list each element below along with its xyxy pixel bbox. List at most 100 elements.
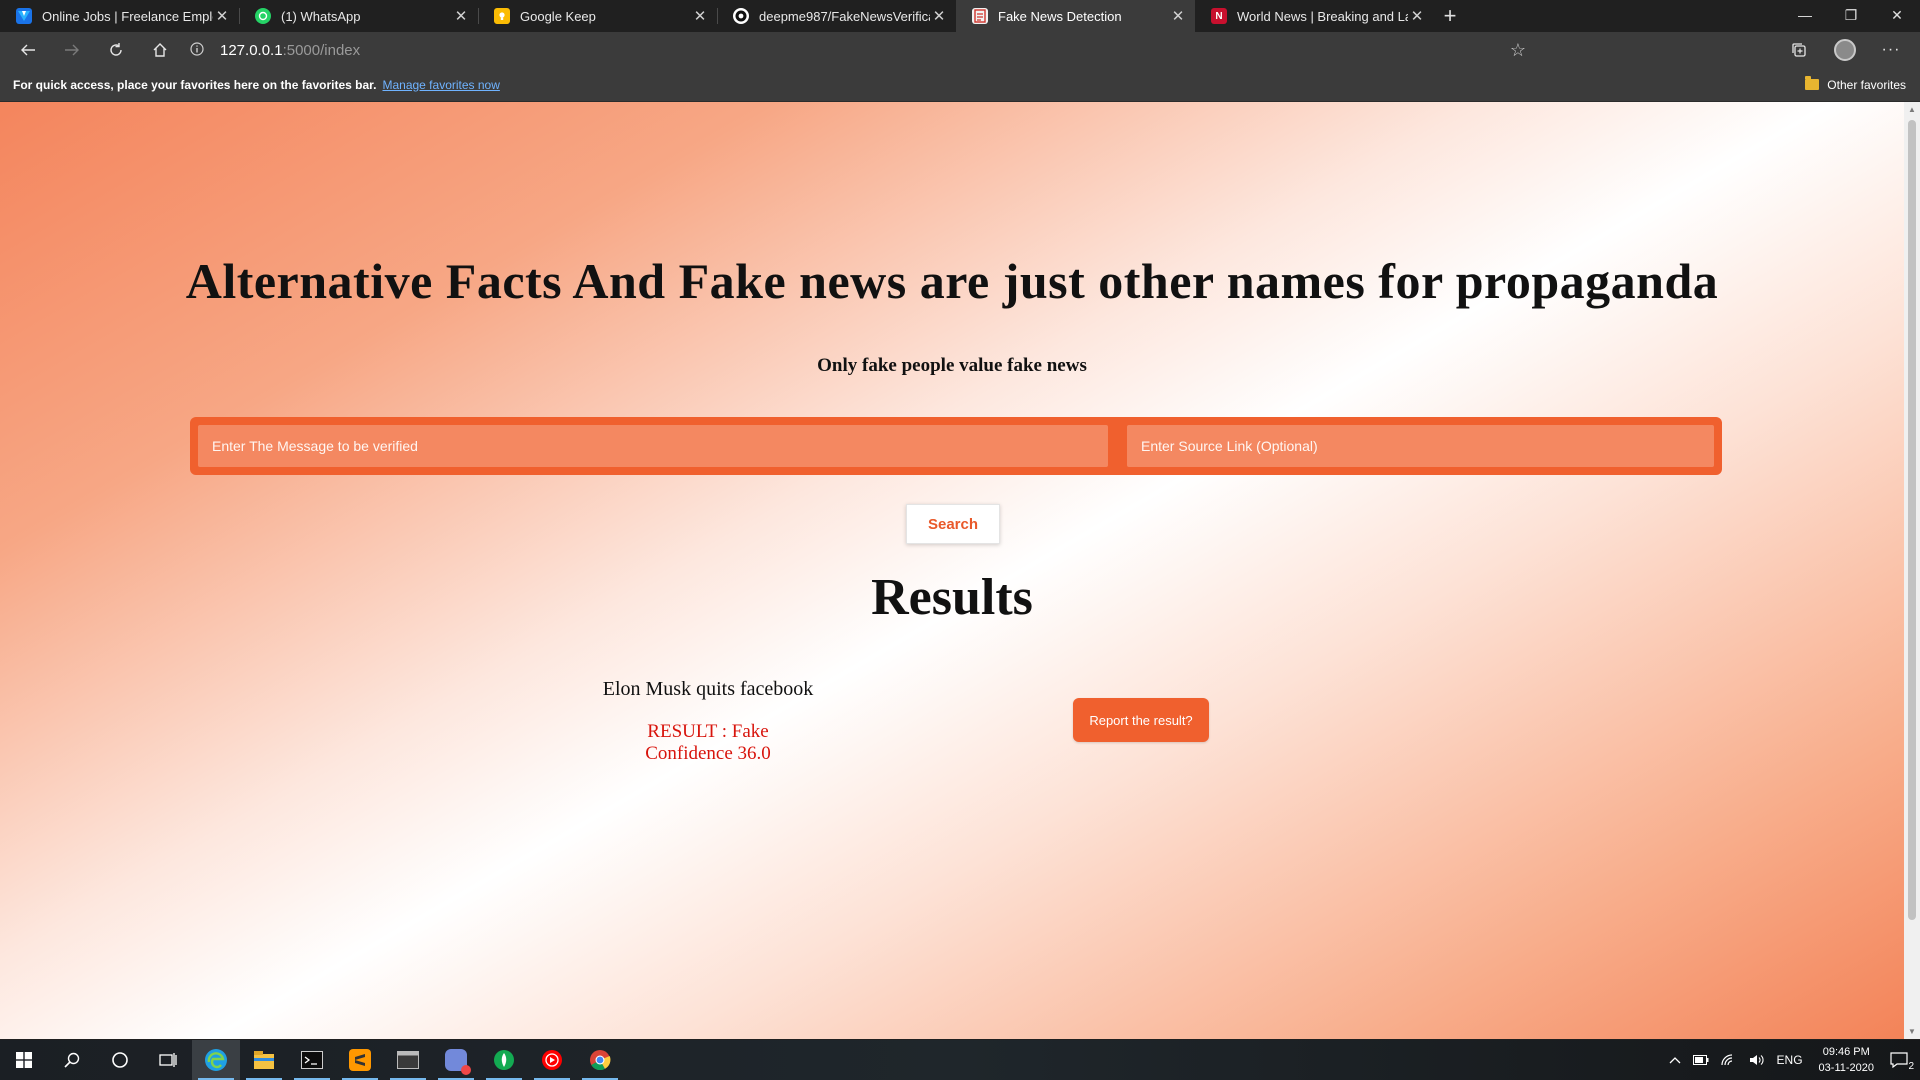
collections-button[interactable]: [1776, 32, 1822, 68]
tab-freelancer[interactable]: Online Jobs | Freelance Employm ✕: [0, 0, 239, 32]
tab-fake-news-detection[interactable]: Fake News Detection ✕: [956, 0, 1195, 32]
tab-title: World News | Breaking and Lates: [1237, 8, 1408, 24]
close-window-button[interactable]: ✕: [1874, 0, 1920, 30]
volume-icon[interactable]: [1749, 1054, 1765, 1066]
taskbar-search-button[interactable]: [48, 1040, 96, 1080]
browser-toolbar: 127.0.0.1:5000/index ☆ ···: [0, 32, 1920, 68]
result-confidence: Confidence 36.0: [645, 743, 771, 764]
toolbar-right: ···: [1776, 32, 1920, 68]
taskbar-app-file-explorer[interactable]: [240, 1040, 288, 1080]
profile-button[interactable]: [1822, 32, 1868, 68]
cortana-button[interactable]: [96, 1040, 144, 1080]
manage-favorites-link[interactable]: Manage favorites now: [382, 78, 499, 92]
tab-close-icon[interactable]: ✕: [452, 7, 470, 25]
taskbar-app-youtube-music[interactable]: [528, 1040, 576, 1080]
show-hidden-icons-icon[interactable]: [1669, 1056, 1681, 1064]
page-scrollbar[interactable]: ▲ ▼: [1904, 102, 1920, 1039]
home-button[interactable]: [138, 32, 182, 68]
result-message: Elon Musk quits facebook: [602, 678, 814, 700]
system-tray: ENG 09:46 PM 03-11-2020 2: [1663, 1040, 1920, 1080]
window-app-icon: [397, 1051, 419, 1069]
tab-close-icon[interactable]: ✕: [1408, 7, 1426, 25]
mongodb-compass-icon: [494, 1050, 514, 1070]
scrollbar-thumb[interactable]: [1908, 120, 1916, 920]
forward-button[interactable]: [50, 32, 94, 68]
tab-whatsapp[interactable]: (1) WhatsApp ✕: [239, 0, 478, 32]
tab-close-icon[interactable]: ✕: [691, 7, 709, 25]
result-verdict: RESULT : Fake: [647, 721, 769, 742]
message-input[interactable]: [198, 425, 1108, 467]
result-card: Elon Musk quits facebook RESULT : Fake C…: [560, 678, 856, 765]
source-link-input[interactable]: [1127, 425, 1714, 467]
taskbar-app-sublime[interactable]: [336, 1040, 384, 1080]
report-result-button[interactable]: Report the result?: [1073, 698, 1209, 742]
favorite-star-icon[interactable]: ☆: [1510, 40, 1526, 61]
fake-news-favicon-icon: [972, 8, 988, 24]
tab-close-icon[interactable]: ✕: [1169, 7, 1187, 25]
settings-more-button[interactable]: ···: [1868, 32, 1914, 68]
language-indicator[interactable]: ENG: [1777, 1053, 1803, 1067]
page-viewport: Alternative Facts And Fake news are just…: [0, 102, 1904, 1039]
clock-time: 09:46 PM: [1822, 1046, 1870, 1058]
chrome-icon: [590, 1050, 611, 1071]
battery-icon[interactable]: [1692, 1055, 1709, 1065]
url-host: 127.0.0.1: [220, 41, 283, 59]
taskbar-app-chrome[interactable]: [576, 1040, 624, 1080]
windows-taskbar: ENG 09:46 PM 03-11-2020 2: [0, 1040, 1920, 1080]
window-controls: — ❐ ✕: [1782, 0, 1920, 32]
cortana-icon: [112, 1052, 128, 1068]
search-button[interactable]: Search: [906, 504, 1000, 544]
verify-form: [190, 417, 1722, 475]
site-info-icon[interactable]: [190, 41, 220, 59]
taskbar-clock[interactable]: 09:46 PM 03-11-2020: [1819, 1044, 1874, 1076]
tab-title: Google Keep: [520, 8, 596, 24]
taskbar-app-discord[interactable]: [432, 1040, 480, 1080]
back-button[interactable]: [6, 32, 50, 68]
clock-date: 03-11-2020: [1818, 1062, 1874, 1074]
search-icon: [64, 1052, 80, 1068]
notification-icon: [1890, 1052, 1908, 1068]
tab-title: (1) WhatsApp: [281, 8, 361, 24]
freelancer-logo-icon: [16, 8, 32, 24]
other-favorites-label: Other favorites: [1827, 77, 1906, 92]
tab-close-icon[interactable]: ✕: [213, 7, 231, 25]
tab-close-icon[interactable]: ✕: [930, 7, 948, 25]
task-view-icon: [159, 1053, 177, 1067]
start-button[interactable]: [0, 1040, 48, 1080]
github-icon: [733, 8, 749, 24]
scroll-down-icon[interactable]: ▼: [1908, 1027, 1916, 1036]
taskbar-app-mongodb[interactable]: [480, 1040, 528, 1080]
refresh-button[interactable]: [94, 32, 138, 68]
other-favorites-button[interactable]: Other favorites: [1805, 76, 1906, 92]
action-center-button[interactable]: 2: [1890, 1052, 1914, 1072]
url-path: :5000/index: [282, 41, 361, 59]
discord-icon: [445, 1049, 471, 1075]
page-subheadline: Only fake people value fake news: [817, 355, 1087, 376]
notification-count-badge: 2: [1908, 1061, 1914, 1072]
task-view-button[interactable]: [144, 1040, 192, 1080]
scroll-up-icon[interactable]: ▲: [1908, 105, 1916, 114]
forward-arrow-icon: [65, 44, 79, 56]
minimize-button[interactable]: —: [1782, 0, 1828, 30]
new-tab-button[interactable]: +: [1434, 0, 1466, 32]
restore-button[interactable]: ❐: [1828, 0, 1874, 30]
taskbar-app-terminal[interactable]: [288, 1040, 336, 1080]
tab-title: Online Jobs | Freelance Employm: [42, 8, 213, 24]
windows-logo-icon: [16, 1052, 32, 1068]
folder-icon: [1805, 76, 1820, 90]
whatsapp-icon: [255, 8, 271, 24]
taskbar-app-window[interactable]: [384, 1040, 432, 1080]
google-keep-icon: [494, 8, 510, 24]
page-headline: Alternative Facts And Fake news are just…: [185, 253, 1719, 309]
favorites-hint: For quick access, place your favorites h…: [13, 77, 377, 92]
file-explorer-icon: [254, 1051, 274, 1069]
more-dots-icon: ···: [1881, 41, 1901, 58]
wifi-icon[interactable]: [1720, 1054, 1737, 1066]
tab-github[interactable]: deepme987/FakeNewsVerificatio ✕: [717, 0, 956, 32]
youtube-music-icon: [542, 1050, 562, 1070]
tab-google-keep[interactable]: Google Keep ✕: [478, 0, 717, 32]
tab-world-news[interactable]: N World News | Breaking and Lates ✕: [1195, 0, 1434, 32]
profile-avatar: [1834, 39, 1856, 61]
tab-title: Fake News Detection: [998, 8, 1122, 24]
taskbar-app-edge[interactable]: [192, 1040, 240, 1080]
